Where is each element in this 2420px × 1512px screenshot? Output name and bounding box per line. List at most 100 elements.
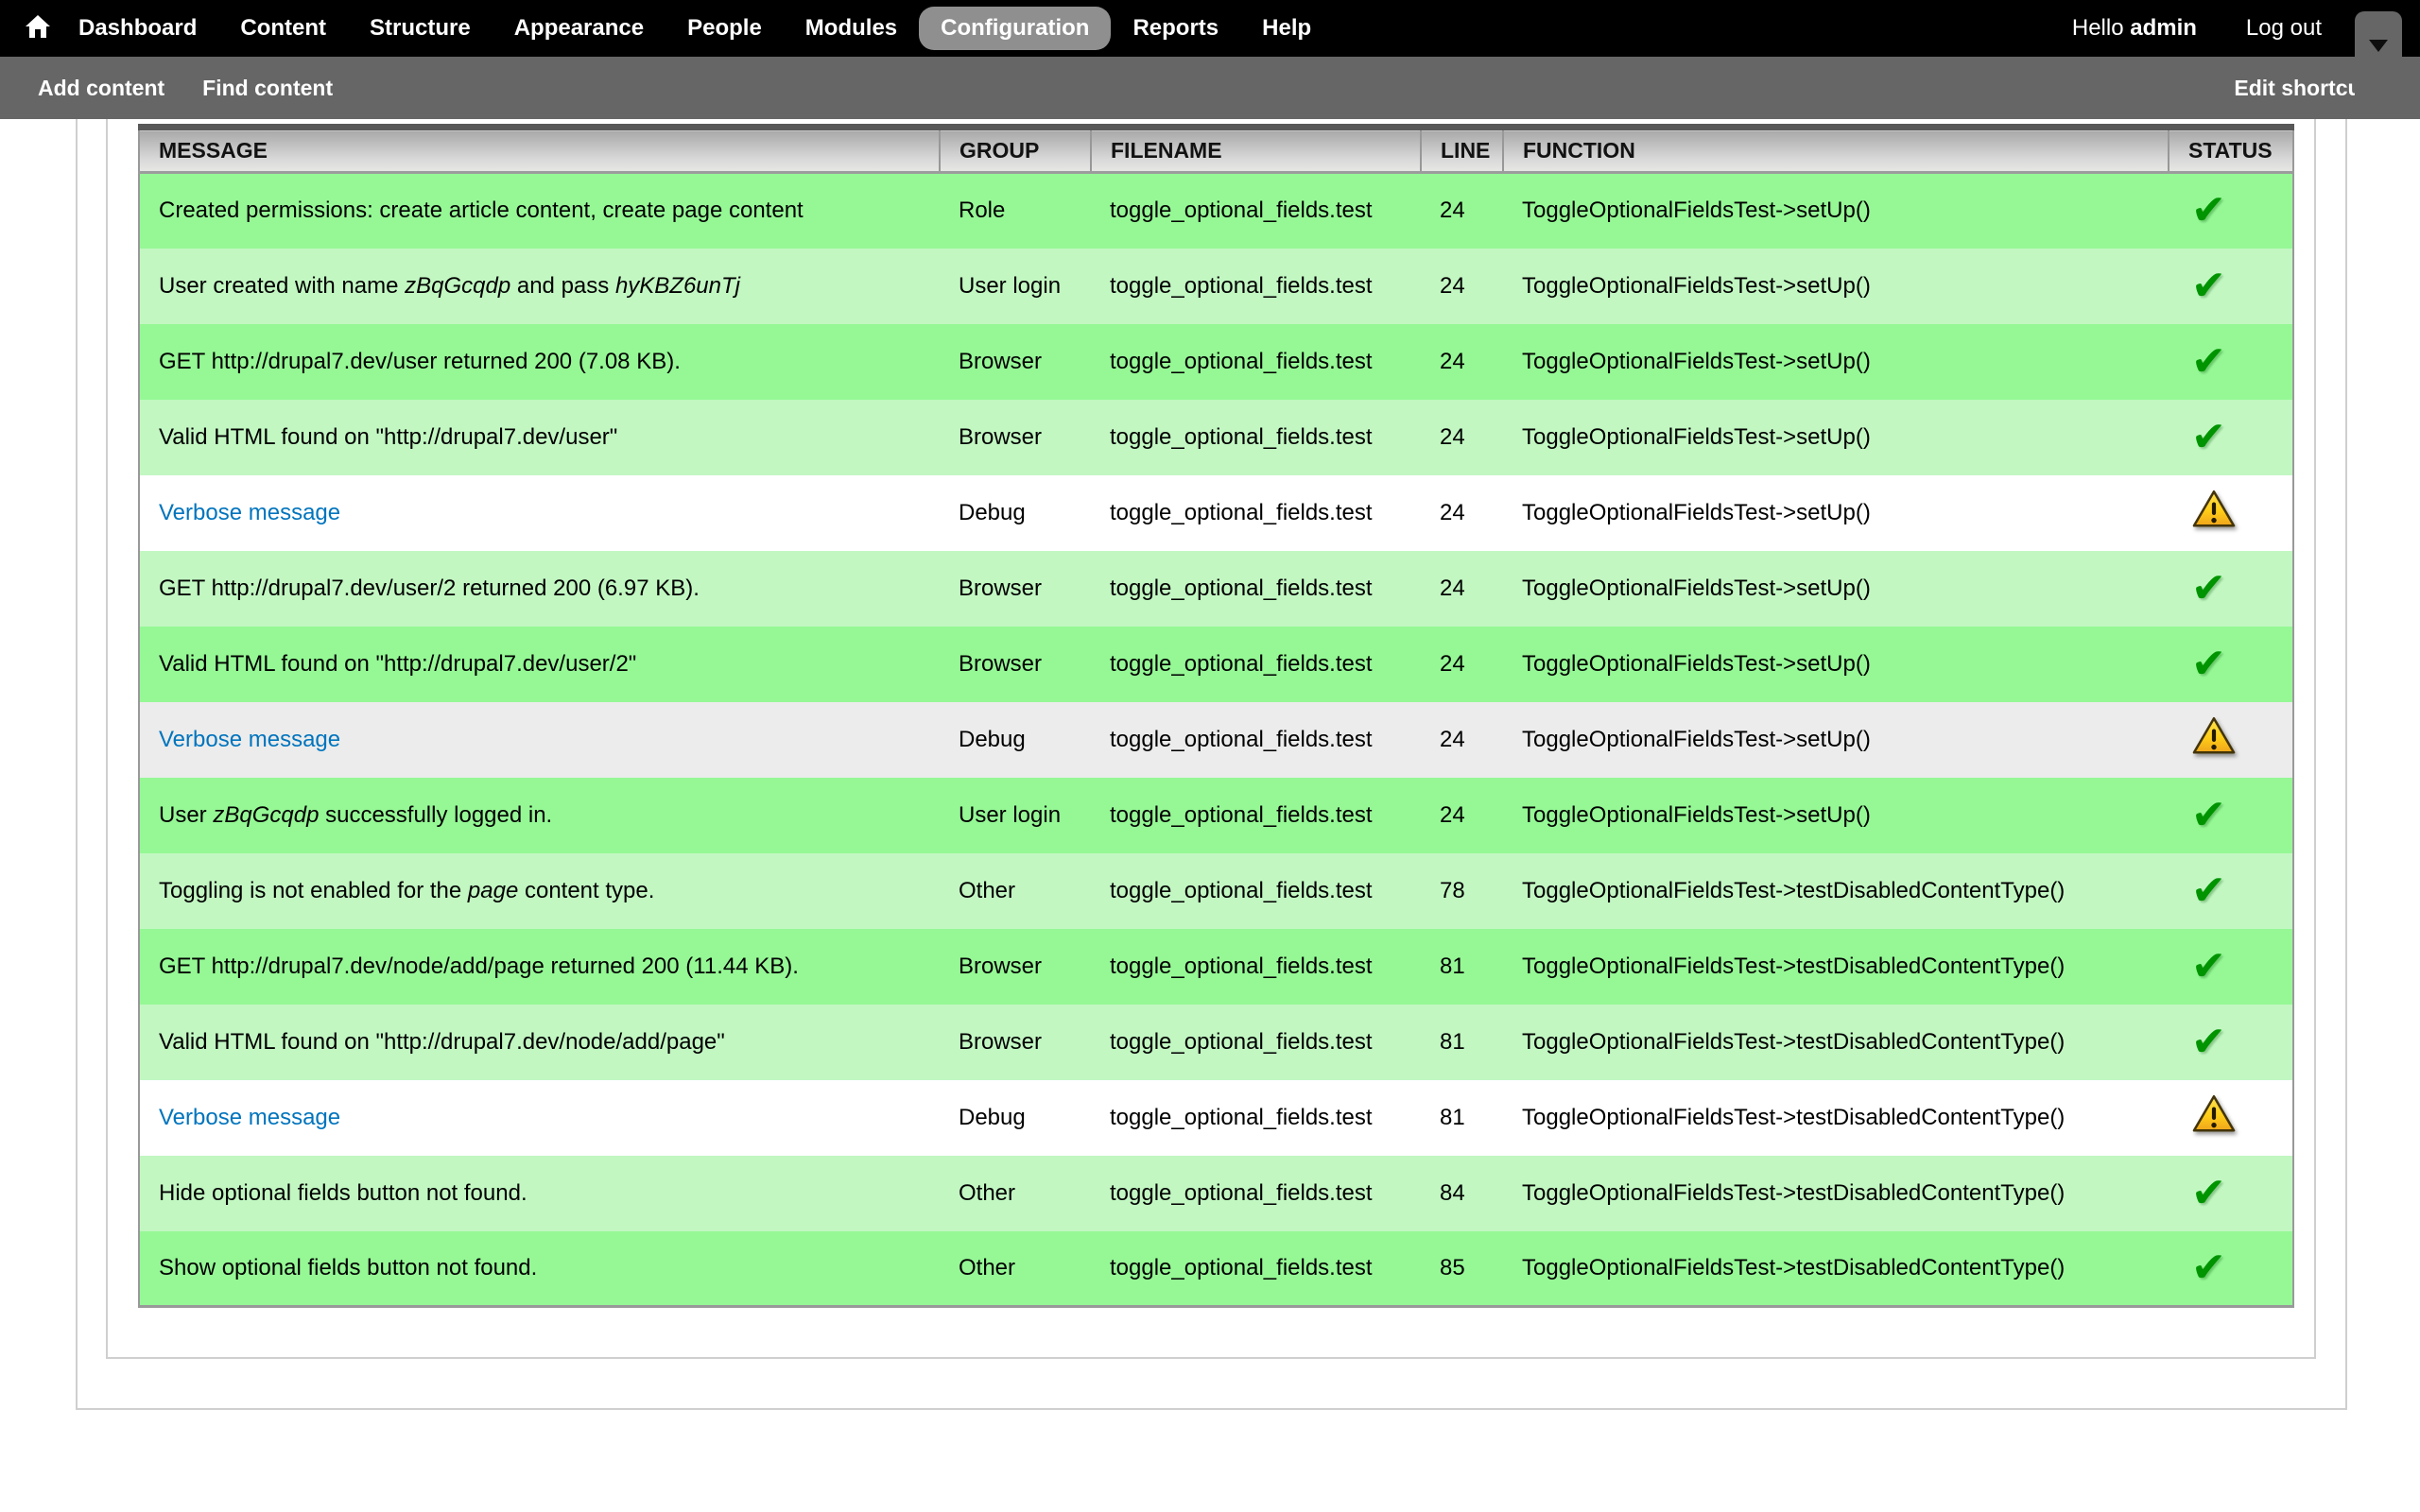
message-text: GET http://drupal7.dev/user returned 200…: [159, 349, 681, 374]
function-cell: ToggleOptionalFieldsTest->testDisabledCo…: [1503, 929, 2169, 1005]
message-emphasis: hyKBZ6unTj: [615, 273, 740, 299]
filename-cell: toggle_optional_fields.test: [1091, 853, 1421, 929]
group-cell: Other: [940, 1156, 1091, 1231]
greeting-prefix: Hello: [2072, 15, 2124, 41]
message-cell: Hide optional fields button not found.: [139, 1156, 940, 1231]
message-cell: Created permissions: create article cont…: [139, 173, 940, 249]
menu-item-modules[interactable]: Modules: [784, 7, 919, 50]
function-cell: ToggleOptionalFieldsTest->setUp(): [1503, 173, 2169, 249]
message-cell: Valid HTML found on "http://drupal7.dev/…: [139, 627, 940, 702]
table-row: Verbose message Debug toggle_optional_fi…: [139, 1080, 2293, 1156]
menu-item-structure[interactable]: Structure: [348, 7, 493, 50]
message-emphasis: page: [468, 878, 518, 903]
checkmark-icon: ✔: [2191, 644, 2226, 685]
table-row: User created with name zBqGcqdp and pass…: [139, 249, 2293, 324]
line-cell: 81: [1421, 1080, 1503, 1156]
group-cell: Browser: [940, 1005, 1091, 1080]
status-cell: ✔: [2169, 173, 2293, 249]
status-cell: ✔: [2169, 778, 2293, 853]
greeting-text: Hello admin: [2072, 15, 2197, 42]
status-cell: ✔: [2169, 249, 2293, 324]
checkmark-icon: ✔: [2191, 568, 2226, 610]
status-cell: [2169, 1080, 2293, 1156]
message-text: Show optional fields button not found.: [159, 1255, 537, 1280]
group-cell: Other: [940, 853, 1091, 929]
group-cell: User login: [940, 249, 1091, 324]
verbose-message-link[interactable]: Verbose message: [159, 727, 340, 752]
message-cell: User zBqGcqdp successfully logged in.: [139, 778, 940, 853]
table-row: Created permissions: create article cont…: [139, 173, 2293, 249]
filename-cell: toggle_optional_fields.test: [1091, 249, 1421, 324]
line-cell: 24: [1421, 173, 1503, 249]
menu-item-reports[interactable]: Reports: [1111, 7, 1240, 50]
line-cell: 24: [1421, 400, 1503, 475]
function-cell: ToggleOptionalFieldsTest->setUp(): [1503, 324, 2169, 400]
function-cell: ToggleOptionalFieldsTest->setUp(): [1503, 627, 2169, 702]
username-link[interactable]: admin: [2130, 15, 2197, 41]
checkmark-icon: ✔: [2191, 1247, 2226, 1289]
message-cell: GET http://drupal7.dev/user returned 200…: [139, 324, 940, 400]
home-icon: [25, 14, 51, 43]
filename-cell: toggle_optional_fields.test: [1091, 702, 1421, 778]
filename-cell: toggle_optional_fields.test: [1091, 1005, 1421, 1080]
verbose-message-link[interactable]: Verbose message: [159, 1105, 340, 1130]
filename-cell: toggle_optional_fields.test: [1091, 778, 1421, 853]
group-cell: Debug: [940, 702, 1091, 778]
warning-icon: [2191, 715, 2237, 757]
menu-item-content[interactable]: Content: [218, 7, 348, 50]
line-cell: 24: [1421, 249, 1503, 324]
table-row: Verbose message Debug toggle_optional_fi…: [139, 702, 2293, 778]
group-cell: Browser: [940, 400, 1091, 475]
checkmark-icon: ✔: [2191, 190, 2226, 232]
verbose-message-link[interactable]: Verbose message: [159, 500, 340, 525]
group-cell: Role: [940, 173, 1091, 249]
table-row: Valid HTML found on "http://drupal7.dev/…: [139, 1005, 2293, 1080]
shortcut-link-find-content[interactable]: Find content: [202, 76, 333, 101]
filename-cell: toggle_optional_fields.test: [1091, 929, 1421, 1005]
function-cell: ToggleOptionalFieldsTest->testDisabledCo…: [1503, 1156, 2169, 1231]
group-cell: Browser: [940, 324, 1091, 400]
message-text: GET http://drupal7.dev/user/2 returned 2…: [159, 576, 700, 601]
message-text: Created permissions: create article cont…: [159, 198, 804, 223]
function-cell: ToggleOptionalFieldsTest->testDisabledCo…: [1503, 1005, 2169, 1080]
message-text: GET http://drupal7.dev/node/add/page ret…: [159, 954, 799, 979]
home-button[interactable]: [25, 14, 51, 43]
table-row: Valid HTML found on "http://drupal7.dev/…: [139, 627, 2293, 702]
logout-link[interactable]: Log out: [2246, 15, 2322, 42]
message-cell: GET http://drupal7.dev/node/add/page ret…: [139, 929, 940, 1005]
message-cell: Show optional fields button not found.: [139, 1231, 940, 1307]
message-text: Valid HTML found on "http://drupal7.dev/…: [159, 651, 636, 677]
group-cell: Browser: [940, 627, 1091, 702]
status-cell: [2169, 475, 2293, 551]
function-cell: ToggleOptionalFieldsTest->setUp(): [1503, 702, 2169, 778]
shortcut-link-add-content[interactable]: Add content: [38, 76, 164, 101]
filename-cell: toggle_optional_fields.test: [1091, 475, 1421, 551]
line-cell: 24: [1421, 627, 1503, 702]
menu-item-configuration[interactable]: Configuration: [919, 7, 1111, 50]
group-cell: Debug: [940, 475, 1091, 551]
message-text: content type.: [518, 878, 654, 903]
toolbar-toggle-button[interactable]: [2355, 11, 2402, 119]
menu-item-people[interactable]: People: [666, 7, 784, 50]
message-cell: Toggling is not enabled for the page con…: [139, 853, 940, 929]
column-header-filename: FILENAME: [1091, 128, 1421, 173]
function-cell: ToggleOptionalFieldsTest->setUp(): [1503, 778, 2169, 853]
message-cell: Verbose message: [139, 702, 940, 778]
message-emphasis: zBqGcqdp: [405, 273, 510, 299]
message-cell: Verbose message: [139, 475, 940, 551]
line-cell: 24: [1421, 778, 1503, 853]
message-cell: Valid HTML found on "http://drupal7.dev/…: [139, 1005, 940, 1080]
checkmark-icon: ✔: [2191, 1173, 2226, 1214]
table-row: Valid HTML found on "http://drupal7.dev/…: [139, 400, 2293, 475]
message-text: Valid HTML found on "http://drupal7.dev/…: [159, 424, 617, 450]
menu-item-appearance[interactable]: Appearance: [493, 7, 666, 50]
group-cell: Browser: [940, 929, 1091, 1005]
menu-item-dashboard[interactable]: Dashboard: [57, 7, 218, 50]
group-cell: Other: [940, 1231, 1091, 1307]
column-header-line: LINE: [1421, 128, 1503, 173]
shortcut-bar: Add contentFind content Edit shortcuts: [0, 57, 2420, 119]
menu-item-help[interactable]: Help: [1240, 7, 1333, 50]
checkmark-icon: ✔: [2191, 1022, 2226, 1063]
warning-icon: [2191, 1093, 2237, 1135]
status-cell: ✔: [2169, 929, 2293, 1005]
